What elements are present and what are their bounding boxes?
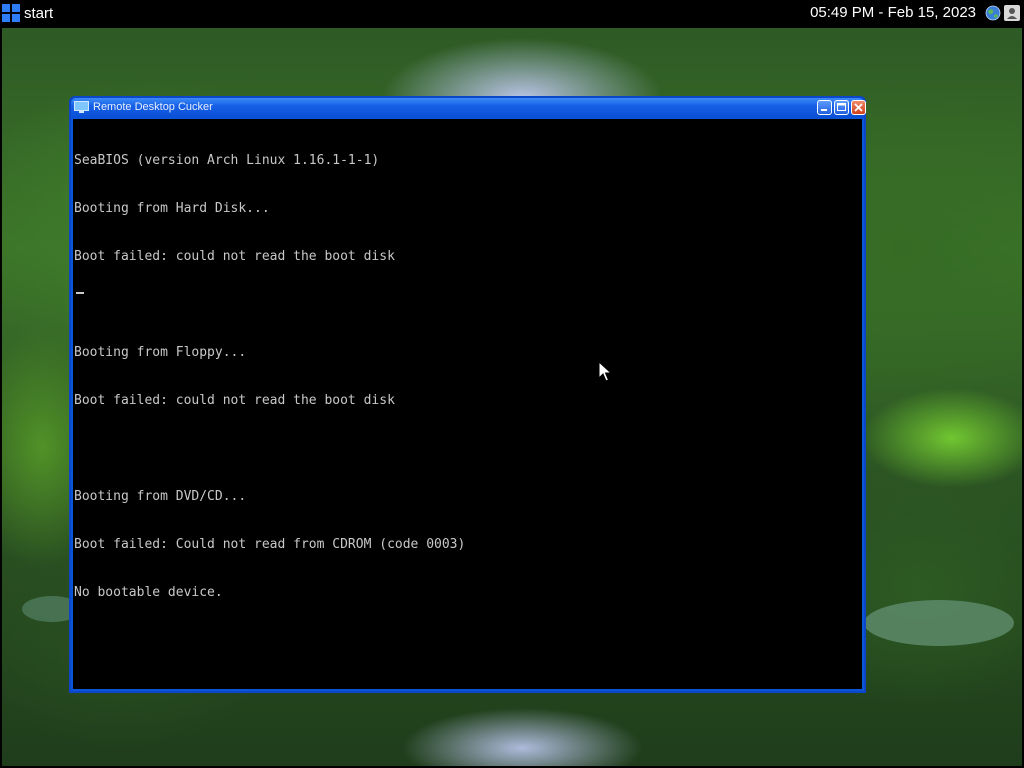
console-line: Booting from Hard Disk...: [74, 201, 270, 216]
console-line: Booting from DVD/CD...: [74, 489, 247, 504]
maximize-button[interactable]: [834, 100, 849, 115]
monitor-icon: [74, 101, 89, 113]
minimize-icon: [821, 109, 827, 111]
console-line: Boot failed: Could not read from CDROM (…: [74, 537, 466, 552]
globe-icon[interactable]: [985, 5, 1001, 21]
taskbar-clock[interactable]: 05:49 PM - Feb 15, 2023: [810, 0, 976, 26]
console-line: SeaBIOS (version Arch Linux 1.16.1-1-1): [74, 153, 380, 168]
window-title: Remote Desktop Cucker: [93, 101, 213, 113]
text-cursor: [76, 292, 84, 294]
close-icon: [854, 103, 863, 112]
start-label: start: [24, 4, 54, 22]
user-icon[interactable]: [1004, 5, 1020, 21]
minimize-button[interactable]: [817, 100, 832, 115]
remote-desktop-window[interactable]: Remote Desktop Cucker SeaBIOS (version A…: [69, 96, 866, 693]
start-button[interactable]: start: [0, 0, 53, 26]
maximize-icon: [837, 103, 846, 111]
console-output: SeaBIOS (version Arch Linux 1.16.1-1-1) …: [74, 121, 465, 633]
console-screen[interactable]: SeaBIOS (version Arch Linux 1.16.1-1-1) …: [73, 119, 862, 689]
wallpaper-lily-pad: [864, 600, 1014, 646]
console-line: No bootable device.: [74, 585, 223, 600]
close-button[interactable]: [851, 100, 866, 115]
screen: start 05:49 PM - Feb 15, 2023 Remote Des…: [0, 0, 1024, 768]
window-titlebar[interactable]: Remote Desktop Cucker: [71, 98, 866, 118]
taskbar: start 05:49 PM - Feb 15, 2023: [0, 0, 1024, 26]
mouse-pointer-icon: [598, 361, 612, 382]
console-line: Booting from Floppy...: [74, 345, 247, 360]
console-line: Boot failed: could not read the boot dis…: [74, 249, 395, 264]
console-line: Boot failed: could not read the boot dis…: [74, 393, 395, 408]
windows-logo-icon: [2, 4, 20, 22]
